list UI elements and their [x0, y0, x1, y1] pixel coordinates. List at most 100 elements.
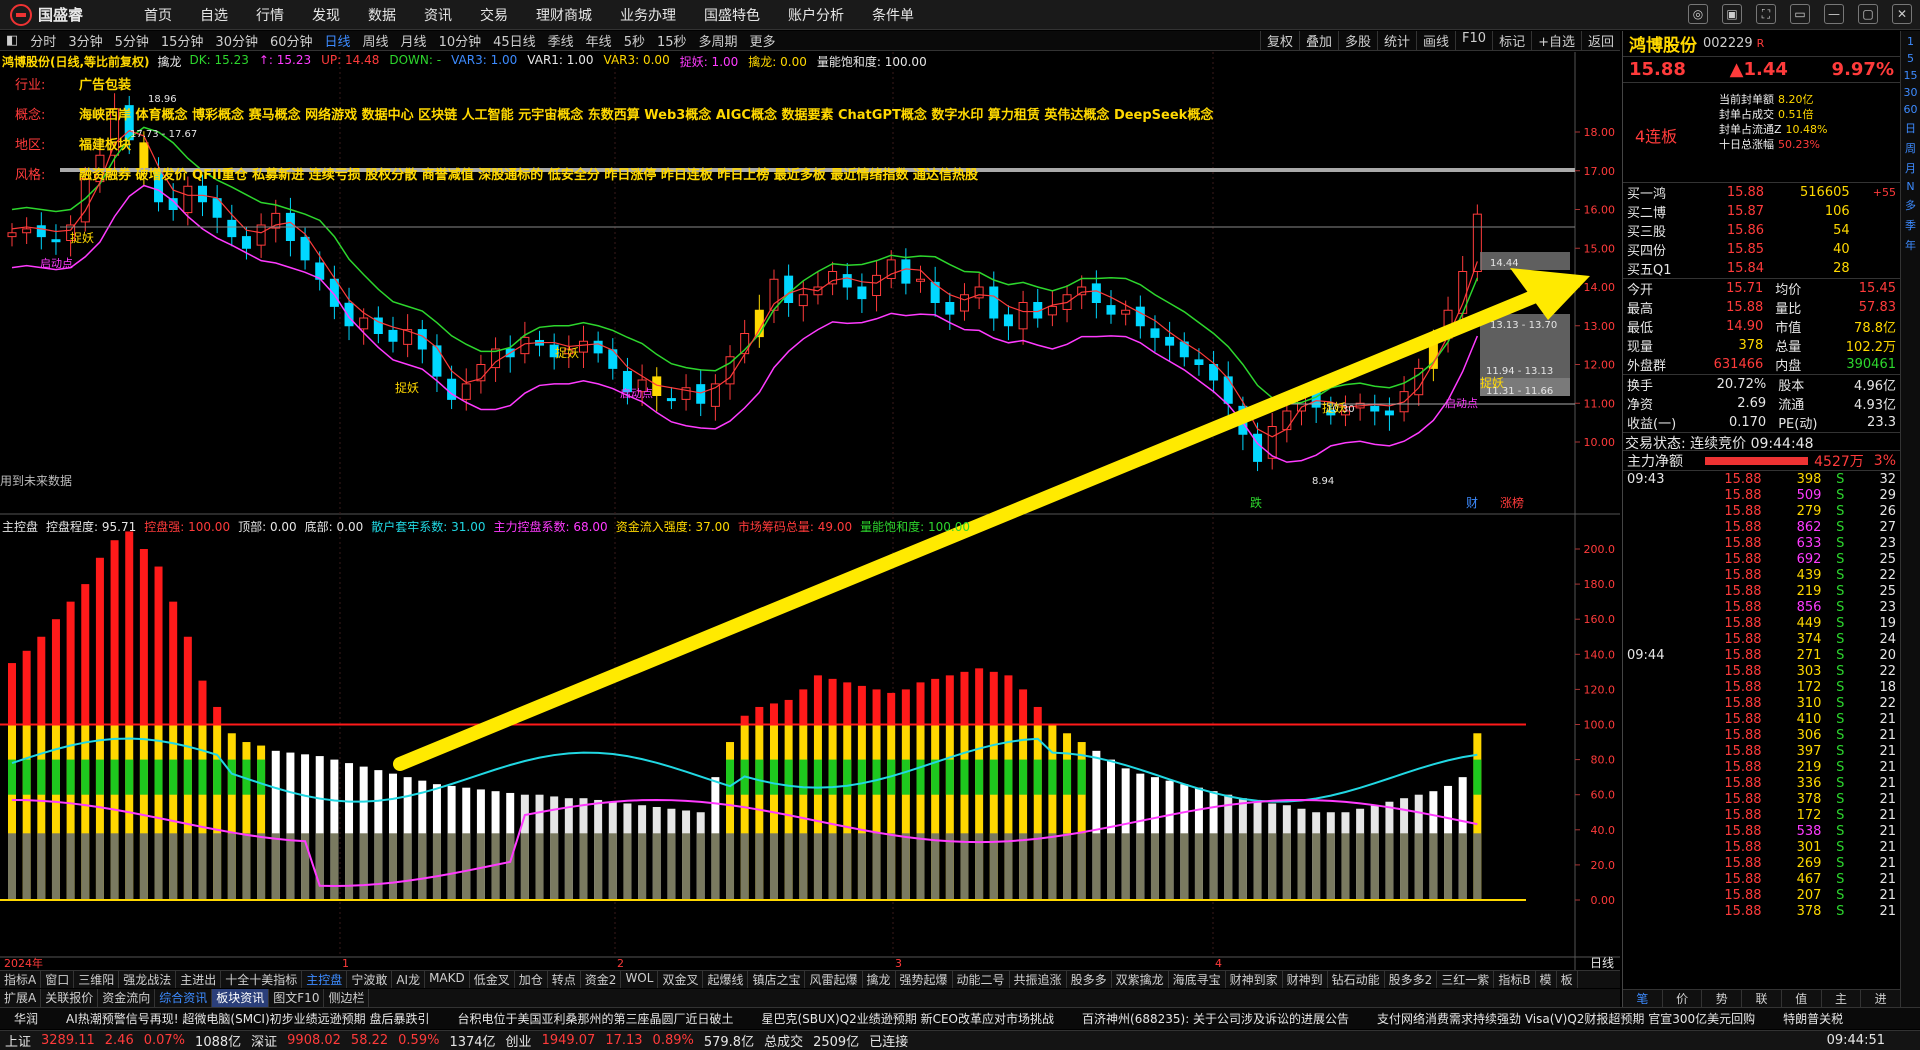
period-tab[interactable]: 30分钟 — [209, 31, 264, 50]
menu-item[interactable]: 账户分析 — [774, 5, 858, 25]
indicator-tab[interactable]: 风雷起爆 — [805, 971, 863, 988]
chart-tool-button[interactable]: 统计 — [1377, 31, 1416, 50]
period-tab[interactable]: 60分钟 — [264, 31, 319, 50]
news-item[interactable]: AI热潮预警信号再现! 超微电脑(SMCI)初步业绩远逊预期 盘后暴跌引 — [52, 1010, 443, 1027]
chart-tool-button[interactable]: 复权 — [1259, 31, 1299, 50]
indicator-tab[interactable]: 资金2 — [581, 971, 622, 988]
period-tab[interactable]: 3分钟 — [62, 31, 108, 50]
indicator-tab[interactable]: 主控盘 — [302, 971, 348, 988]
chart-tool-button[interactable]: 多股 — [1337, 31, 1377, 50]
side-period[interactable]: 多 — [1901, 197, 1920, 213]
menu-item[interactable]: 数据 — [354, 5, 410, 25]
period-tab[interactable]: 月线 — [395, 31, 433, 50]
indicator-tab[interactable]: 窗口 — [41, 971, 75, 988]
indicator-tab[interactable]: 强势起爆 — [896, 971, 953, 988]
menu-item[interactable]: 行情 — [242, 5, 298, 25]
quote-tab[interactable]: 势 — [1702, 990, 1743, 1007]
industry-value[interactable]: 广告包装 — [79, 78, 131, 93]
info-tab[interactable]: 图文F10 — [269, 989, 325, 1007]
indicator-tab[interactable]: 低金叉 — [470, 971, 515, 988]
side-period[interactable]: N — [1901, 180, 1920, 193]
news-item[interactable]: 华润 — [0, 1010, 52, 1027]
indicator-tab[interactable]: 擒龙 — [863, 971, 896, 988]
side-period[interactable]: 周 — [1901, 140, 1920, 156]
side-period[interactable]: 1 — [1901, 35, 1920, 48]
side-period[interactable]: 季 — [1901, 217, 1920, 233]
indicator-tab[interactable]: 三红一紫 — [1437, 971, 1495, 988]
side-period[interactable]: 60 — [1901, 103, 1920, 116]
side-period[interactable]: 月 — [1901, 160, 1920, 176]
period-tab[interactable]: 5秒 — [618, 31, 651, 50]
menu-item[interactable]: 自选 — [186, 5, 242, 25]
bid-row[interactable]: 买五Q1 15.84 28 — [1623, 259, 1900, 278]
bid-row[interactable]: 买二博 15.87 106 — [1623, 202, 1900, 221]
side-period[interactable]: 5 — [1901, 52, 1920, 65]
chart-tool-button[interactable]: 返回 — [1580, 31, 1620, 50]
news-item[interactable]: 星巴克(SBUX)Q2业绩逊预期 新CEO改革应对市场挑战 — [747, 1010, 1068, 1027]
chart-toggle-icon[interactable]: ◧ — [0, 33, 24, 48]
menu-item[interactable]: 资讯 — [410, 5, 466, 25]
bid-row[interactable]: 买四份 15.85 40 — [1623, 240, 1900, 259]
indicator-tab[interactable]: 股多多2 — [1385, 971, 1438, 988]
chart-tool-button[interactable]: 叠加 — [1298, 31, 1338, 50]
indicator-tab[interactable]: 财神到家 — [1226, 971, 1283, 988]
indicator-tab[interactable]: 模 — [1536, 971, 1557, 988]
quote-tab[interactable]: 价 — [1663, 990, 1703, 1007]
chart-tool-button[interactable]: 标记 — [1492, 31, 1531, 50]
cy-index[interactable]: 1949.07 — [537, 1033, 601, 1048]
period-tab[interactable]: 日线 — [319, 31, 357, 50]
indicator-tab[interactable]: 股多多 — [1067, 971, 1112, 988]
style-value[interactable]: 融资融券 破增发价 QFII重仓 私募新进 连续亏损 股权分散 商誉减值 深股通… — [79, 168, 978, 183]
period-tab[interactable]: 年线 — [580, 31, 618, 50]
settings-icon[interactable]: ▣ — [1722, 4, 1742, 24]
region-value[interactable]: 福建板块 — [79, 138, 131, 153]
minimize-icon[interactable]: — — [1824, 4, 1844, 24]
period-tab[interactable]: 5分钟 — [109, 31, 155, 50]
period-tab[interactable]: 45日线 — [487, 31, 542, 50]
indicator-tab[interactable]: 双金叉 — [658, 971, 704, 988]
indicator-tab[interactable]: 海底寻宝 — [1169, 971, 1226, 988]
menu-item[interactable]: 首页 — [130, 5, 186, 25]
period-tab[interactable]: 分时 — [24, 31, 62, 50]
quote-tab[interactable]: 笔 — [1623, 990, 1663, 1007]
message-icon[interactable]: ◎ — [1688, 4, 1708, 24]
menu-item[interactable]: 交易 — [466, 5, 522, 25]
indicator-tab[interactable]: 主进出 — [176, 971, 222, 988]
side-period[interactable]: 30 — [1901, 86, 1920, 99]
indicator-tab[interactable]: 加仓 — [515, 971, 548, 988]
period-tab[interactable]: 周线 — [357, 31, 395, 50]
info-tab[interactable]: 关联报价 — [41, 989, 99, 1007]
indicator-tab[interactable]: 十全十美指标 — [221, 971, 303, 988]
chart-canvas[interactable]: 18.00 17.00 16.00 15.00 14.00 13.00 12.00 11.00… — [0, 52, 1620, 970]
menu-item[interactable]: 理财商城 — [522, 5, 606, 25]
quote-tab[interactable]: 值 — [1782, 990, 1822, 1007]
indicator-tab[interactable]: 板 — [1557, 971, 1578, 988]
indicator-tab[interactable]: 镇店之宝 — [748, 971, 806, 988]
chart-tool-button[interactable]: 画线 — [1416, 31, 1455, 50]
news-item[interactable]: 台积电位于美国亚利桑那州的第三座晶圆厂近日破土 — [443, 1010, 747, 1027]
close-icon[interactable]: ✕ — [1892, 4, 1912, 24]
period-tab[interactable]: 更多 — [744, 31, 782, 50]
bid-row[interactable]: 买一鸿 15.88 516605 +55 — [1623, 183, 1900, 202]
period-tab[interactable]: 15分钟 — [155, 31, 210, 50]
indicator-tab[interactable]: 宁波敢 — [347, 971, 393, 988]
quote-tab[interactable]: 进 — [1861, 990, 1902, 1007]
side-period[interactable]: 15 — [1901, 69, 1920, 82]
indicator-tab[interactable]: 动能二号 — [953, 971, 1010, 988]
period-tab[interactable]: 季线 — [542, 31, 580, 50]
menu-item[interactable]: 条件单 — [858, 5, 928, 25]
concept-value[interactable]: 海峡西岸 体育概念 博彩概念 赛马概念 网络游戏 数据中心 区块链 人工智能 元… — [79, 108, 1213, 123]
fullscreen-icon[interactable]: ⛶ — [1756, 4, 1776, 24]
quote-tab[interactable]: 主 — [1822, 990, 1862, 1007]
info-tab[interactable]: 扩展A — [0, 989, 42, 1007]
news-item[interactable]: 百济神州(688235): 关于公司涉及诉讼的进展公告 — [1068, 1010, 1363, 1027]
indicator-tab[interactable]: 指标A — [0, 971, 42, 988]
info-tab[interactable]: 侧边栏 — [324, 989, 370, 1007]
indicator-tab[interactable]: AI龙 — [392, 971, 426, 988]
chart-tool-button[interactable]: +自选 — [1531, 31, 1581, 50]
period-tab[interactable]: 多周期 — [693, 31, 744, 50]
indicator-tab[interactable]: MAKD — [425, 971, 470, 988]
period-tab[interactable]: 15秒 — [651, 31, 693, 50]
chart-tool-button[interactable]: F10 — [1455, 31, 1492, 50]
maximize-icon[interactable]: ▢ — [1858, 4, 1878, 24]
